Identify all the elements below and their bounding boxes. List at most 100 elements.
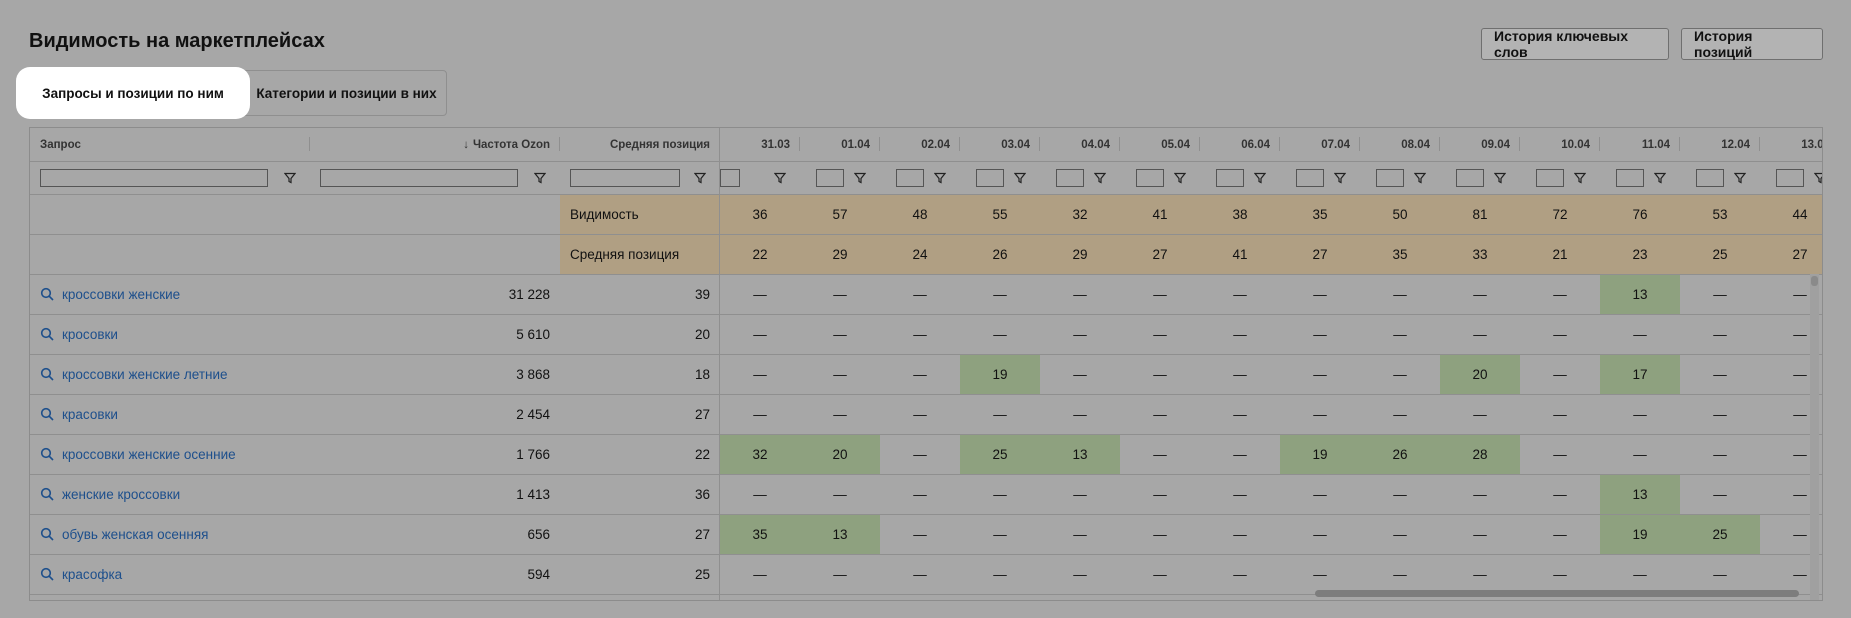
date-filter-input[interactable] bbox=[1376, 169, 1404, 187]
summary-cell: 35 bbox=[1280, 194, 1360, 234]
header-date[interactable]: 03.04 bbox=[960, 128, 1040, 161]
query-text[interactable]: кроссовки женские bbox=[62, 287, 180, 302]
date-filter-input[interactable] bbox=[720, 169, 740, 187]
filter-icon[interactable] bbox=[1093, 171, 1107, 184]
position-cell: — bbox=[1633, 446, 1647, 462]
filter-icon[interactable] bbox=[1413, 171, 1427, 184]
query-link[interactable]: красофка bbox=[30, 554, 310, 594]
filter-icon[interactable] bbox=[1253, 171, 1267, 184]
date-filter-input[interactable] bbox=[1776, 169, 1804, 187]
date-filter-input[interactable] bbox=[1216, 169, 1244, 187]
horizontal-scrollbar-thumb[interactable] bbox=[1315, 590, 1799, 597]
filter-icon[interactable] bbox=[1733, 171, 1747, 184]
positions-history-button[interactable]: История позиций bbox=[1681, 28, 1823, 60]
header-date[interactable]: 10.04 bbox=[1520, 128, 1600, 161]
filter-icon[interactable] bbox=[1653, 171, 1667, 184]
vertical-scrollbar-thumb[interactable] bbox=[1811, 276, 1818, 286]
filter-icon[interactable] bbox=[933, 171, 947, 184]
header-date[interactable]: 06.04 bbox=[1200, 128, 1280, 161]
date-filter-input[interactable] bbox=[1056, 169, 1084, 187]
avg-position-filter-input[interactable] bbox=[570, 169, 680, 187]
header-date[interactable]: 02.04 bbox=[880, 128, 960, 161]
position-cell: — bbox=[913, 286, 927, 302]
header-frequency[interactable]: ↓ Частота Ozon bbox=[310, 128, 560, 161]
query-text[interactable]: кросовки bbox=[62, 327, 118, 342]
query-text[interactable]: красофка bbox=[62, 567, 122, 582]
search-icon[interactable] bbox=[40, 367, 54, 381]
filter-icon[interactable] bbox=[773, 171, 787, 184]
header-date[interactable]: 31.03 bbox=[720, 128, 800, 161]
filter-icon[interactable] bbox=[853, 171, 867, 184]
frequency-cell: 2 454 bbox=[516, 406, 550, 422]
summary-cell: 29 bbox=[800, 234, 880, 274]
position-cell: — bbox=[1233, 286, 1247, 302]
date-filter-input[interactable] bbox=[896, 169, 924, 187]
search-icon[interactable] bbox=[40, 447, 54, 461]
position-cell: 35 bbox=[720, 514, 800, 554]
header-date[interactable]: 08.04 bbox=[1360, 128, 1440, 161]
position-cell: — bbox=[913, 566, 927, 582]
date-filter-input[interactable] bbox=[1296, 169, 1324, 187]
position-cell: — bbox=[753, 326, 767, 342]
filter-icon[interactable] bbox=[283, 171, 297, 184]
filter-icon[interactable] bbox=[1493, 171, 1507, 184]
query-text[interactable]: красовки bbox=[62, 407, 118, 422]
header-date[interactable]: 01.04 bbox=[800, 128, 880, 161]
position-cell: — bbox=[993, 566, 1007, 582]
keywords-history-button[interactable]: История ключевых слов bbox=[1481, 28, 1669, 60]
tab-categories[interactable]: Категории и позиции в них bbox=[247, 73, 446, 113]
date-filter-input[interactable] bbox=[1136, 169, 1164, 187]
search-icon[interactable] bbox=[40, 487, 54, 501]
search-icon[interactable] bbox=[40, 407, 54, 421]
header-date[interactable]: 07.04 bbox=[1280, 128, 1360, 161]
summary-cell: 27 bbox=[1280, 234, 1360, 274]
search-icon[interactable] bbox=[40, 327, 54, 341]
header-date[interactable]: 13.04 bbox=[1760, 128, 1822, 161]
header-query[interactable]: Запрос bbox=[30, 128, 310, 161]
vertical-scrollbar[interactable] bbox=[1810, 274, 1819, 600]
header-date[interactable]: 05.04 bbox=[1120, 128, 1200, 161]
frequency-cell: 1 413 bbox=[516, 486, 550, 502]
filter-icon[interactable] bbox=[533, 171, 547, 184]
header-date[interactable]: 12.04 bbox=[1680, 128, 1760, 161]
filter-icon[interactable] bbox=[1013, 171, 1027, 184]
tab-queries[interactable]: Запросы и позиции по ним bbox=[22, 73, 244, 113]
frequency-filter-input[interactable] bbox=[320, 169, 518, 187]
filter-icon[interactable] bbox=[1813, 171, 1822, 184]
query-link[interactable]: кросовки bbox=[30, 314, 310, 354]
header-date[interactable]: 11.04 bbox=[1600, 128, 1680, 161]
query-text[interactable]: кроссовки женские осенние bbox=[62, 447, 236, 462]
query-link[interactable]: женские кроссовки bbox=[30, 474, 310, 514]
position-cell: — bbox=[1393, 486, 1407, 502]
query-link[interactable]: кроссовки женские bbox=[30, 274, 310, 314]
search-icon[interactable] bbox=[40, 527, 54, 541]
date-filter-input[interactable] bbox=[976, 169, 1004, 187]
header-avg-position[interactable]: Средняя позиция bbox=[560, 128, 720, 161]
query-text[interactable]: обувь женская осенняя bbox=[62, 527, 208, 542]
filter-icon[interactable] bbox=[693, 171, 707, 184]
filter-icon[interactable] bbox=[1333, 171, 1347, 184]
avg-position-cell: 39 bbox=[694, 286, 710, 302]
summary-cell: 26 bbox=[960, 234, 1040, 274]
header-date[interactable]: 09.04 bbox=[1440, 128, 1520, 161]
query-text[interactable]: кроссовки женские летние bbox=[62, 367, 228, 382]
filter-icon[interactable] bbox=[1573, 171, 1587, 184]
query-link[interactable]: обувь женская осенняя bbox=[30, 514, 310, 554]
query-text[interactable]: женские кроссовки bbox=[62, 487, 180, 502]
date-filter-input[interactable] bbox=[1456, 169, 1484, 187]
query-link[interactable]: кроссовки женские осенние bbox=[30, 434, 310, 474]
filter-icon[interactable] bbox=[1173, 171, 1187, 184]
query-filter-input[interactable] bbox=[40, 169, 268, 187]
date-filter-input[interactable] bbox=[1536, 169, 1564, 187]
search-icon[interactable] bbox=[40, 567, 54, 581]
query-link[interactable]: красовки bbox=[30, 394, 310, 434]
header-date[interactable]: 04.04 bbox=[1040, 128, 1120, 161]
position-cell: — bbox=[1313, 566, 1327, 582]
date-filter-input[interactable] bbox=[816, 169, 844, 187]
row-divider bbox=[30, 394, 1822, 395]
search-icon[interactable] bbox=[40, 287, 54, 301]
date-filter-input[interactable] bbox=[1616, 169, 1644, 187]
date-filter-input[interactable] bbox=[1696, 169, 1724, 187]
summary-label: Средняя позиция bbox=[560, 234, 720, 274]
query-link[interactable]: кроссовки женские летние bbox=[30, 354, 310, 394]
